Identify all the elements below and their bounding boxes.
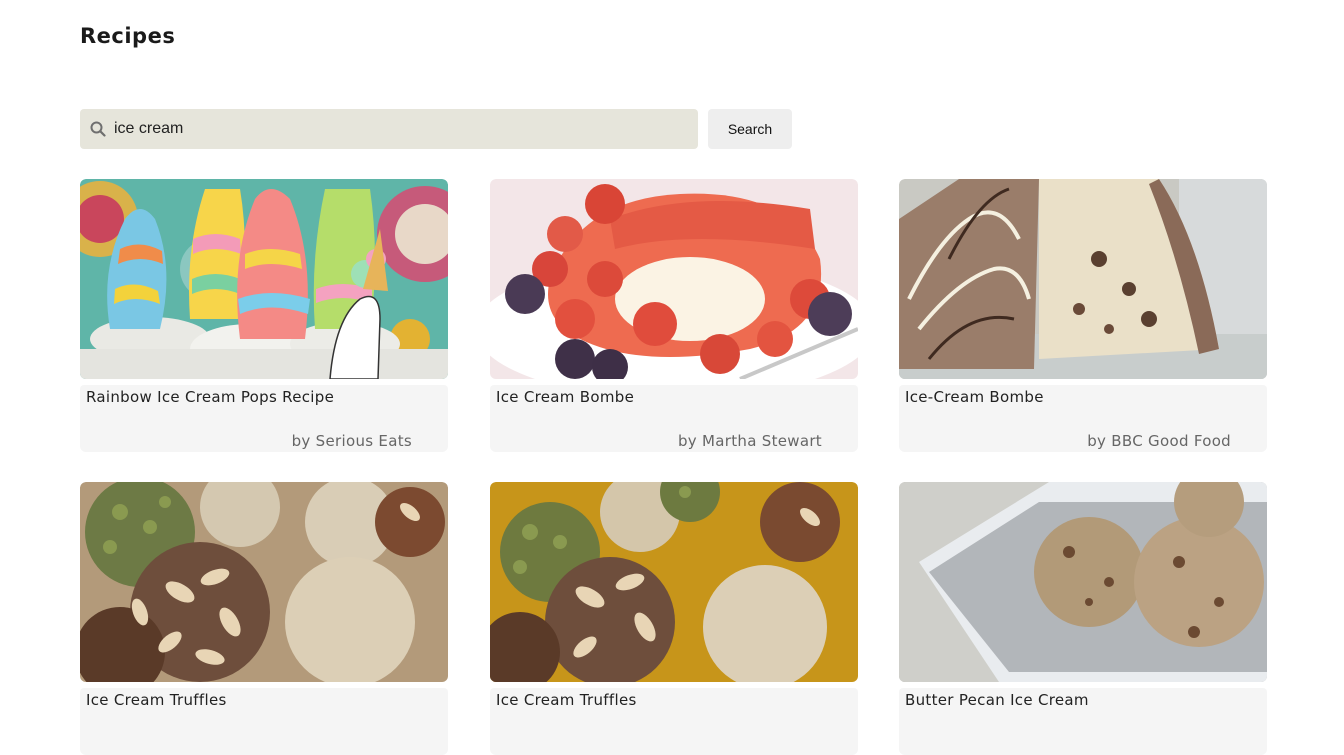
recipe-card[interactable]: Ice Cream Truffles [490, 482, 858, 755]
search-input[interactable] [114, 109, 684, 149]
recipe-info: Butter Pecan Ice Cream [899, 688, 1267, 755]
recipe-card[interactable]: Ice Cream Truffles [80, 482, 448, 755]
page-title: Recipes [80, 24, 176, 48]
recipe-title: Rainbow Ice Cream Pops Recipe [86, 388, 335, 406]
recipe-image [899, 179, 1267, 379]
recipe-image [490, 179, 858, 379]
recipe-info: Ice Cream Bombe by Martha Stewart [490, 385, 858, 452]
recipe-title: Ice-Cream Bombe [905, 388, 1044, 406]
recipe-source: by Martha Stewart [677, 432, 822, 450]
recipe-info: Ice-Cream Bombe by BBC Good Food [899, 385, 1267, 452]
recipe-card[interactable]: Butter Pecan Ice Cream [899, 482, 1267, 755]
search-button[interactable]: Search [708, 109, 792, 149]
recipe-source: by Serious Eats [291, 432, 412, 450]
recipe-image [80, 482, 448, 682]
recipe-title: Ice Cream Bombe [496, 388, 635, 406]
recipe-title: Ice Cream Truffles [86, 691, 227, 709]
recipe-info: Ice Cream Truffles [80, 688, 448, 755]
recipe-title: Butter Pecan Ice Cream [905, 691, 1089, 709]
recipe-title: Ice Cream Truffles [496, 691, 637, 709]
search-box[interactable] [80, 109, 698, 149]
recipe-card[interactable]: Ice-Cream Bombe by BBC Good Food [899, 179, 1267, 452]
recipe-image [899, 482, 1267, 682]
recipe-source: by BBC Good Food [1087, 432, 1231, 450]
recipe-card[interactable]: Ice Cream Bombe by Martha Stewart [490, 179, 858, 452]
recipe-card[interactable]: Rainbow Ice Cream Pops Recipe by Serious… [80, 179, 448, 452]
recipe-info: Ice Cream Truffles [490, 688, 858, 755]
recipe-image [80, 179, 448, 379]
recipe-info: Rainbow Ice Cream Pops Recipe by Serious… [80, 385, 448, 452]
recipe-image [490, 482, 858, 682]
search-icon [90, 121, 106, 137]
